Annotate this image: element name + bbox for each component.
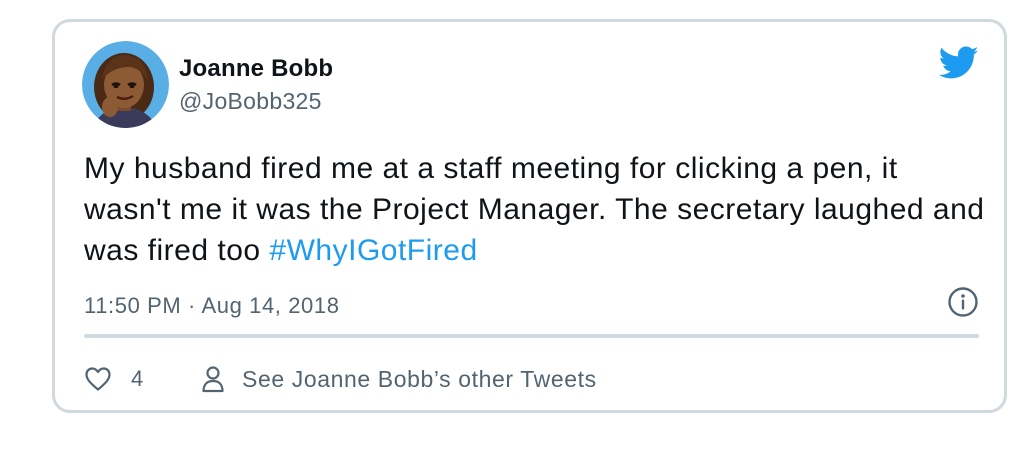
- twitter-bird-icon[interactable]: [939, 46, 979, 80]
- like-count: 4: [131, 366, 144, 391]
- hashtag-link[interactable]: #WhyIGotFired: [269, 234, 477, 267]
- avatar-image: [82, 41, 169, 128]
- person-icon: [202, 366, 224, 393]
- see-other-tweets-link[interactable]: See Joanne Bobb’s other Tweets: [201, 364, 597, 394]
- tweet-timestamp[interactable]: 11:50 PM · Aug 14, 2018: [84, 293, 340, 319]
- divider: [84, 334, 979, 338]
- tweet-text: My husband fired me at a staff meeting f…: [84, 148, 989, 271]
- info-icon[interactable]: [947, 286, 979, 318]
- author-handle[interactable]: @JoBobb325: [179, 88, 322, 115]
- tweet-card: Joanne Bobb @JoBobb325 My husband fired …: [52, 19, 1007, 413]
- tweet-body: My husband fired me at a staff meeting f…: [84, 152, 985, 267]
- author-name[interactable]: Joanne Bobb: [179, 55, 333, 83]
- heart-icon: [85, 367, 111, 391]
- avatar[interactable]: [82, 41, 169, 128]
- like-button[interactable]: 4: [84, 364, 144, 394]
- see-other-tweets-label: See Joanne Bobb’s other Tweets: [242, 365, 597, 392]
